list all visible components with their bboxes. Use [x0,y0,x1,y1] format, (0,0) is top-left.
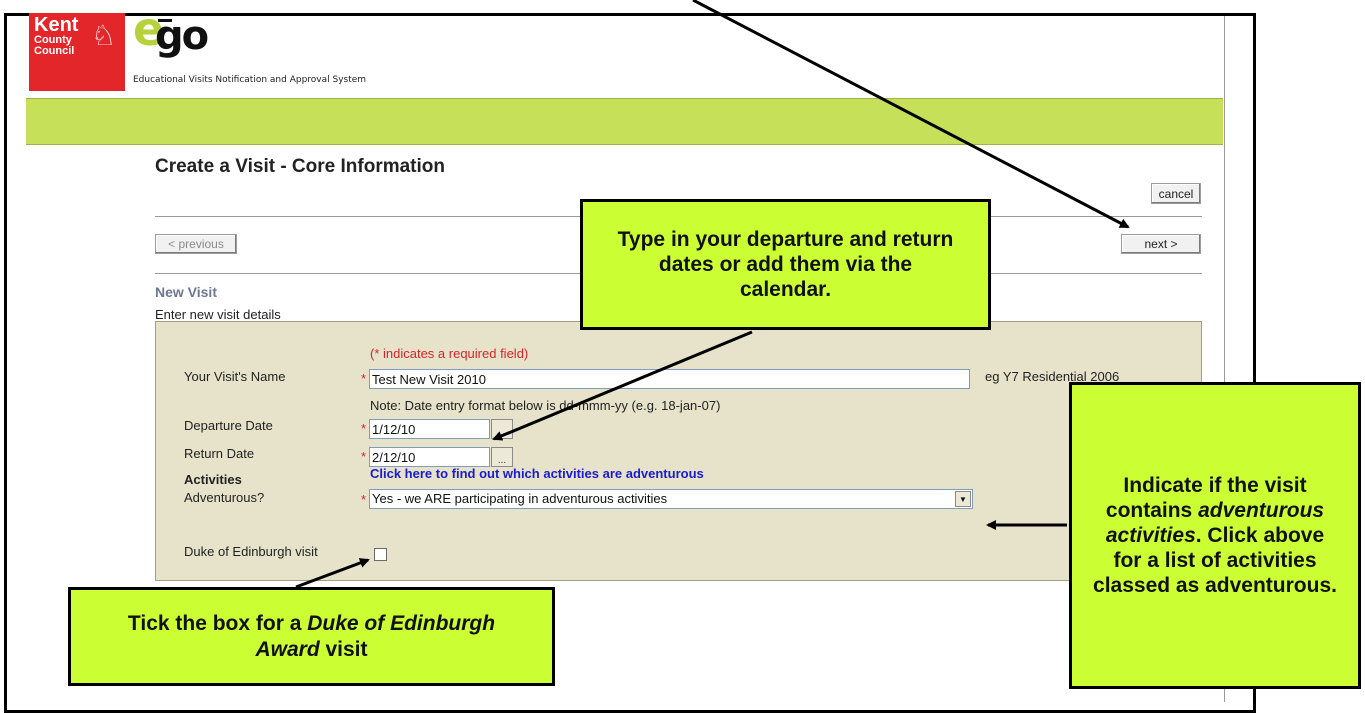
required-star: * [361,449,367,464]
required-star: * [361,421,367,436]
callout-dates: Type in your departure and return dates … [580,199,991,330]
activities-heading: Activities [184,472,242,487]
required-field-note: (* indicates a required field) [370,346,529,361]
required-star: * [361,371,367,386]
ego-logo-go: go [155,13,209,59]
return-date-input[interactable] [369,447,490,467]
required-star: * [361,492,367,507]
next-button[interactable]: next > [1121,234,1201,254]
return-date-label: Return Date [184,446,255,461]
dropdown-arrow-icon[interactable]: ▼ [955,491,971,507]
callout-duke-text-1: Tick the box for a [127,612,308,636]
cancel-button[interactable]: cancel [1151,183,1201,204]
callout-adv-text: Indicate if the visit contains adventuro… [1072,473,1358,599]
duke-of-edinburgh-label: Duke of Edinburgh visit [184,544,318,559]
kent-logo-text: Kent County Council [34,15,78,57]
page-title: Create a Visit - Core Information [155,156,445,177]
visit-form-panel [155,321,1202,581]
callout-duke-text: Tick the box for a Duke of Edinburgh Awa… [71,611,552,661]
callout-dates-text: Type in your departure and return dates … [617,227,954,302]
section-title: New Visit [155,284,217,300]
adventurous-selected-value: Yes - we ARE participating in adventurou… [372,491,668,506]
adventurous-label: Adventurous? [184,490,265,505]
system-subtitle: Educational Visits Notification and Appr… [133,75,367,85]
departure-date-input[interactable] [369,419,490,439]
adventurous-select[interactable]: Yes - we ARE participating in adventurou… [369,489,973,509]
kent-county-council-logo: Kent County Council ♘ [29,13,125,91]
kent-logo-line3: Council [34,45,75,57]
visit-name-label: Your Visit's Name [184,369,286,384]
date-format-note: Note: Date entry format below is dd-mmm-… [370,398,721,413]
duke-of-edinburgh-checkbox[interactable] [374,548,387,561]
callout-adventurous: Indicate if the visit contains adventuro… [1069,382,1361,689]
ego-logo-macron [158,19,172,22]
header-band [26,98,1223,145]
callout-duke-of-edinburgh: Tick the box for a Duke of Edinburgh Awa… [68,587,555,686]
departure-calendar-button[interactable]: ... [491,419,513,439]
departure-date-label: Departure Date [184,418,273,433]
visit-name-input[interactable] [369,369,970,389]
previous-button[interactable]: < previous [155,234,237,254]
adventurous-info-link[interactable]: Click here to find out which activities … [370,466,704,481]
invicta-horse-icon: ♘ [91,20,117,51]
return-calendar-button[interactable]: ... [491,447,513,467]
callout-duke-text-2: visit [319,637,368,661]
section-subtitle: Enter new visit details [155,307,281,322]
kent-logo-line1: Kent [34,14,79,36]
